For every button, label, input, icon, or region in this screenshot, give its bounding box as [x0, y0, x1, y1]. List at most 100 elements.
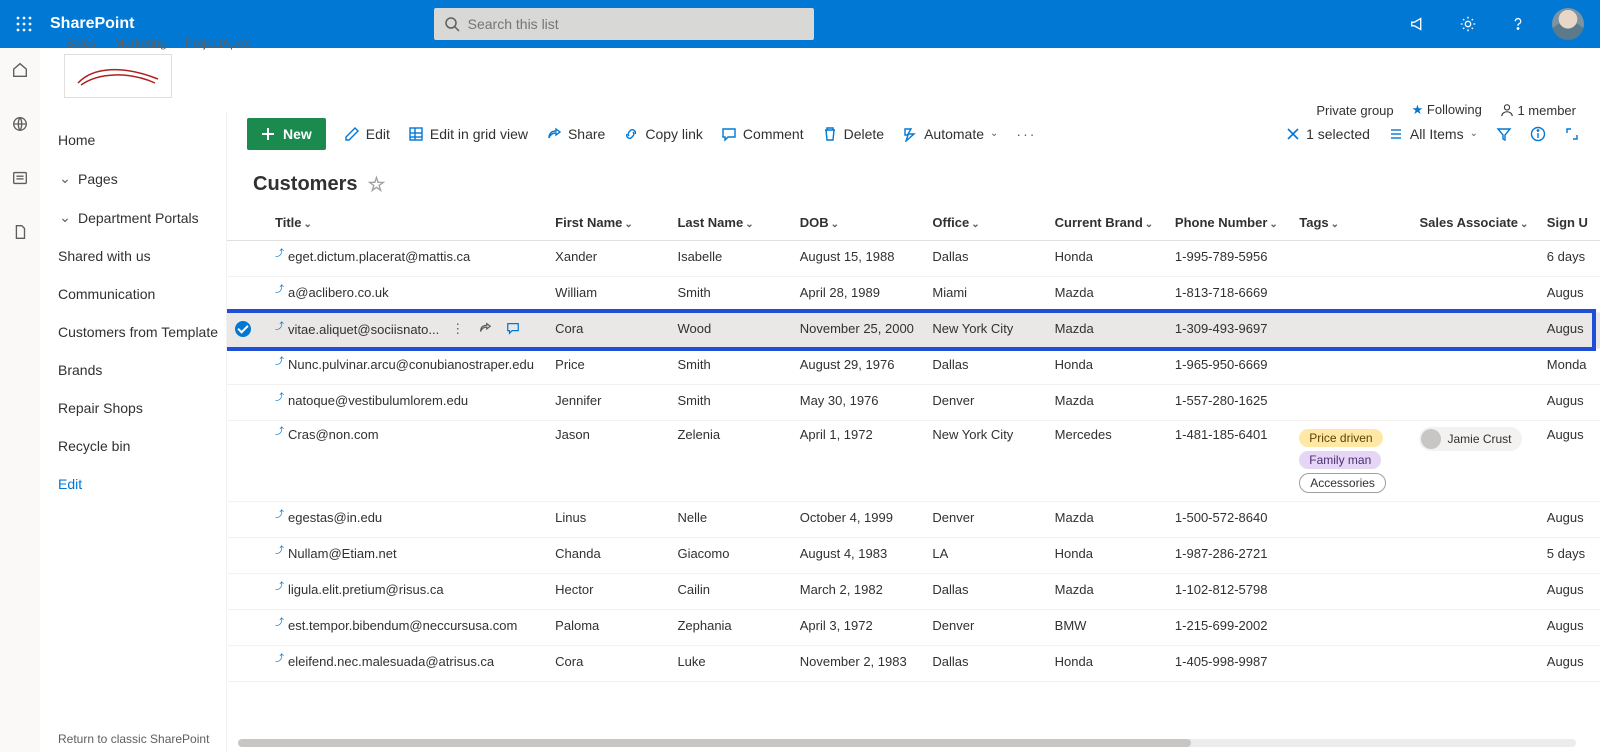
cell: Mercedes	[1047, 421, 1167, 502]
person-chip[interactable]: Jamie Crust	[1419, 427, 1521, 451]
col-dob[interactable]: DOB⌄	[792, 205, 925, 241]
tag-pill[interactable]: Price driven	[1299, 429, 1382, 447]
horizontal-scrollbar[interactable]	[226, 736, 1588, 750]
nav-department-portals[interactable]: ⌄Department Portals	[58, 207, 223, 228]
row-overflow-icon[interactable]: ⋮	[451, 321, 464, 337]
col-sales-associate[interactable]: Sales Associate⌄	[1411, 205, 1538, 241]
table-row[interactable]: ⤴Cras@non.comJasonZeleniaApril 1, 1972Ne…	[227, 421, 1600, 502]
nav-shared-with-us[interactable]: Shared with us	[58, 246, 223, 266]
row-select-checkbox[interactable]	[235, 582, 251, 598]
table-row[interactable]: ⤴Nullam@Etiam.netChandaGiacomoAugust 4, …	[227, 538, 1600, 574]
return-classic-link[interactable]: Return to classic SharePoint	[58, 732, 209, 746]
row-select-checkbox[interactable]	[235, 546, 251, 562]
row-title[interactable]: a@aclibero.co.uk	[288, 285, 389, 300]
table-row[interactable]: ⤴ligula.elit.pretium@risus.caHectorCaili…	[227, 574, 1600, 610]
table-row[interactable]: ⤴est.tempor.bibendum@neccursusa.comPalom…	[227, 610, 1600, 646]
nav-communication[interactable]: Communication	[58, 284, 223, 304]
new-button[interactable]: New	[247, 118, 326, 150]
table-row[interactable]: ⤴eleifend.nec.malesuada@atrisus.caCoraLu…	[227, 646, 1600, 682]
row-title[interactable]: Cras@non.com	[288, 427, 379, 442]
nav-customers-from-template[interactable]: Customers from Template	[58, 322, 223, 342]
cell: March 2, 1982	[792, 574, 925, 610]
row-title[interactable]: eget.dictum.placerat@mattis.ca	[288, 249, 470, 264]
associate-cell	[1411, 574, 1538, 610]
copy-link-button[interactable]: Copy link	[623, 126, 703, 142]
share-button[interactable]: Share	[546, 126, 605, 142]
cell: Augus	[1539, 574, 1600, 610]
row-title[interactable]: ligula.elit.pretium@risus.ca	[288, 582, 444, 597]
associate-cell	[1411, 385, 1538, 421]
new-indicator-icon: ⤴	[275, 543, 284, 556]
comment-button[interactable]: Comment	[721, 126, 804, 142]
filter-button[interactable]	[1496, 126, 1512, 142]
cell: November 25, 2000	[792, 313, 925, 349]
app-launcher-button[interactable]	[8, 8, 40, 40]
view-switcher[interactable]: All Items ⌄	[1388, 126, 1478, 142]
nav-pages[interactable]: ⌄Pages	[58, 168, 223, 189]
row-select-checkbox[interactable]	[235, 249, 251, 265]
col-last-name[interactable]: Last Name⌄	[669, 205, 791, 241]
row-comment-icon[interactable]	[506, 321, 520, 337]
hub-link[interactable]: Sales	[66, 36, 96, 50]
expand-button[interactable]	[1564, 126, 1580, 142]
cell: November 2, 1983	[792, 646, 925, 682]
row-title[interactable]: Nunc.pulvinar.arcu@conubianostraper.edu	[288, 357, 534, 372]
edit-grid-button[interactable]: Edit in grid view	[408, 126, 528, 142]
row-select-checkbox[interactable]	[235, 321, 251, 337]
edit-button[interactable]: Edit	[344, 126, 390, 142]
row-select-checkbox[interactable]	[235, 654, 251, 670]
col-brand[interactable]: Current Brand⌄	[1047, 205, 1167, 241]
car-logo-icon	[73, 61, 163, 91]
cell: BMW	[1047, 610, 1167, 646]
home-icon[interactable]	[4, 54, 36, 86]
row-title[interactable]: egestas@in.edu	[288, 510, 382, 525]
hub-link[interactable]: Marketing	[114, 36, 167, 50]
row-title[interactable]: natoque@vestibulumlorem.edu	[288, 393, 468, 408]
row-title[interactable]: vitae.aliquet@sociisnato...	[288, 322, 439, 337]
row-title[interactable]: Nullam@Etiam.net	[288, 546, 397, 561]
row-select-checkbox[interactable]	[235, 427, 251, 443]
col-phone[interactable]: Phone Number⌄	[1167, 205, 1291, 241]
table-row[interactable]: ⤴vitae.aliquet@sociisnato...⋮CoraWoodNov…	[227, 313, 1600, 349]
clear-selection-button[interactable]: 1 selected	[1286, 126, 1370, 142]
row-select-checkbox[interactable]	[235, 393, 251, 409]
cell: Denver	[924, 385, 1046, 421]
col-title[interactable]: Title⌄	[267, 205, 547, 241]
tag-pill[interactable]: Family man	[1299, 451, 1381, 469]
hub-link[interactable]: ProjectApex	[185, 36, 250, 50]
files-icon[interactable]	[4, 216, 36, 248]
col-first-name[interactable]: First Name⌄	[547, 205, 669, 241]
row-select-checkbox[interactable]	[235, 357, 251, 373]
news-icon[interactable]	[4, 162, 36, 194]
delete-button[interactable]: Delete	[822, 126, 884, 142]
favorite-toggle[interactable]: ☆	[367, 172, 385, 197]
nav-home[interactable]: Home	[58, 130, 223, 150]
table-row[interactable]: ⤴natoque@vestibulumlorem.eduJenniferSmit…	[227, 385, 1600, 421]
nav-recycle-bin[interactable]: Recycle bin	[58, 436, 223, 456]
site-logo[interactable]	[64, 54, 172, 98]
nav-edit[interactable]: Edit	[58, 474, 223, 494]
tag-pill[interactable]: Accessories	[1299, 473, 1386, 493]
globe-icon[interactable]	[4, 108, 36, 140]
tags-cell	[1291, 277, 1411, 313]
row-select-checkbox[interactable]	[235, 285, 251, 301]
row-title[interactable]: eleifend.nec.malesuada@atrisus.ca	[288, 654, 494, 669]
row-share-icon[interactable]	[478, 321, 492, 337]
automate-button[interactable]: Automate ⌄	[902, 126, 998, 142]
app-rail	[0, 48, 40, 752]
col-tags[interactable]: Tags⌄	[1291, 205, 1411, 241]
table-row[interactable]: ⤴a@aclibero.co.ukWilliamSmithApril 28, 1…	[227, 277, 1600, 313]
col-sign[interactable]: Sign U	[1539, 205, 1600, 241]
col-office[interactable]: Office⌄	[924, 205, 1046, 241]
row-select-checkbox[interactable]	[235, 510, 251, 526]
info-button[interactable]	[1530, 126, 1546, 142]
table-row[interactable]: ⤴egestas@in.eduLinusNelleOctober 4, 1999…	[227, 502, 1600, 538]
row-select-checkbox[interactable]	[235, 618, 251, 634]
row-title[interactable]: est.tempor.bibendum@neccursusa.com	[288, 618, 517, 633]
table-row[interactable]: ⤴Nunc.pulvinar.arcu@conubianostraper.edu…	[227, 349, 1600, 385]
nav-repair-shops[interactable]: Repair Shops	[58, 398, 223, 418]
chevron-down-icon: ⌄	[990, 128, 998, 139]
nav-brands[interactable]: Brands	[58, 360, 223, 380]
table-row[interactable]: ⤴eget.dictum.placerat@mattis.caXanderIsa…	[227, 241, 1600, 277]
overflow-button[interactable]: ···	[1016, 126, 1036, 142]
